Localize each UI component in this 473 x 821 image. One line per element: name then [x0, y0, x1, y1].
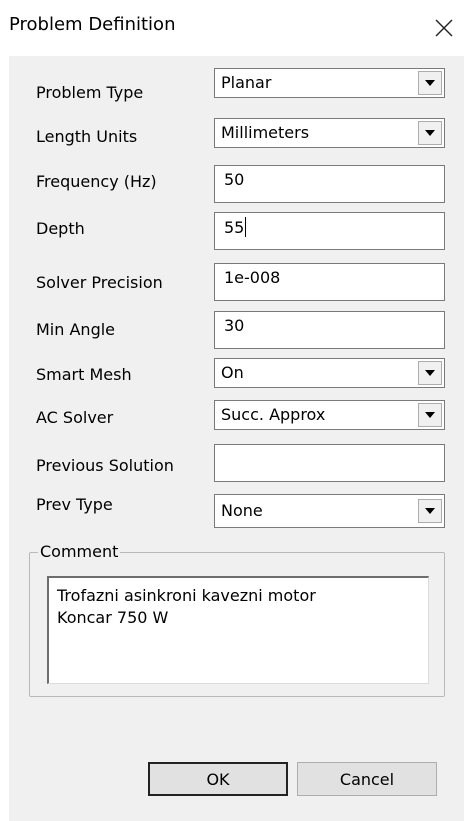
- prev-type-select[interactable]: None: [214, 494, 445, 528]
- title-bar: Problem Definition: [0, 0, 473, 56]
- close-button[interactable]: [415, 0, 473, 56]
- ac-solver-value: Succ. Approx: [221, 405, 326, 424]
- prev-type-label: Prev Type: [36, 495, 113, 514]
- problem-type-value: Planar: [221, 73, 272, 92]
- chevron-down-icon[interactable]: [418, 403, 442, 427]
- problem-type-select[interactable]: Planar: [214, 68, 445, 98]
- solver-precision-label: Solver Precision: [36, 273, 163, 292]
- depth-label: Depth: [36, 219, 85, 238]
- ac-solver-select[interactable]: Succ. Approx: [214, 400, 445, 430]
- previous-solution-label: Previous Solution: [36, 456, 174, 475]
- chevron-down-icon[interactable]: [418, 71, 442, 95]
- ok-button[interactable]: OK: [148, 762, 288, 796]
- chevron-down-icon[interactable]: [418, 121, 442, 145]
- problem-type-label: Problem Type: [36, 83, 144, 102]
- smart-mesh-select[interactable]: On: [214, 358, 445, 388]
- min-angle-label: Min Angle: [36, 320, 116, 339]
- length-units-label: Length Units: [36, 127, 138, 146]
- solver-precision-value: 1e-008: [224, 268, 281, 287]
- close-icon: [435, 19, 453, 37]
- chevron-down-icon[interactable]: [418, 499, 442, 523]
- comment-group-legend: Comment: [38, 542, 121, 561]
- length-units-select[interactable]: Millimeters: [214, 118, 445, 148]
- window-title: Problem Definition: [9, 14, 176, 35]
- length-units-value: Millimeters: [221, 123, 310, 142]
- frequency-value: 50: [224, 170, 245, 189]
- comment-line: Trofazni asinkroni kavezni motor: [57, 586, 316, 605]
- depth-input[interactable]: 55: [214, 212, 445, 250]
- frequency-input[interactable]: 50: [214, 165, 445, 203]
- min-angle-input[interactable]: 30: [214, 311, 445, 349]
- ac-solver-label: AC Solver: [36, 408, 114, 427]
- comment-textarea[interactable]: Trofazni asinkroni kavezni motor Koncar …: [47, 576, 429, 684]
- cancel-button[interactable]: Cancel: [297, 762, 437, 796]
- smart-mesh-value: On: [221, 363, 244, 382]
- min-angle-value: 30: [224, 316, 245, 335]
- depth-value: 55: [224, 218, 245, 237]
- previous-solution-input[interactable]: [214, 444, 445, 482]
- solver-precision-input[interactable]: 1e-008: [214, 263, 445, 301]
- text-cursor: [245, 217, 247, 237]
- frequency-label: Frequency (Hz): [36, 172, 157, 191]
- comment-line: Koncar 750 W: [57, 608, 169, 627]
- prev-type-value: None: [221, 501, 263, 520]
- smart-mesh-label: Smart Mesh: [36, 365, 132, 384]
- chevron-down-icon[interactable]: [418, 361, 442, 385]
